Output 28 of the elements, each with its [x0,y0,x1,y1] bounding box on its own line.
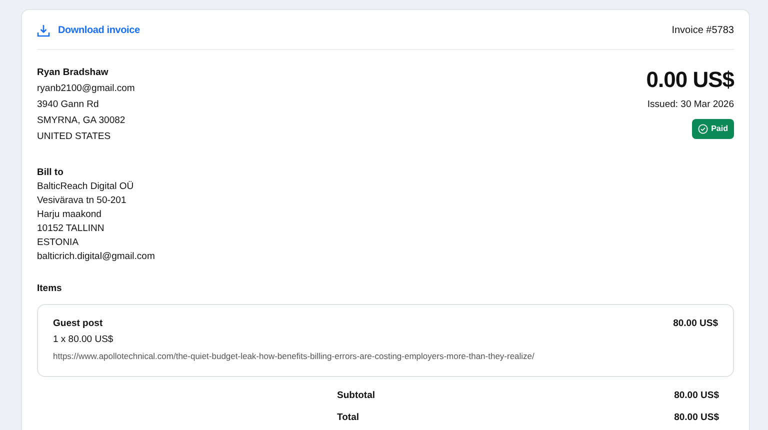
bill-to-line: Vesivärava tn 50-201 [37,195,128,208]
download-invoice-link[interactable]: Download invoice [37,23,140,38]
issued-date: Issued: 30 Mar 2026 [647,98,734,112]
sender-address-line: 3940 Gann Rd [37,99,100,111]
invoice-amount: 0.00 US$ [646,67,734,93]
bill-to-line: Harju maakond [37,209,102,222]
download-icon [37,24,50,37]
bill-to-line: balticrich.digital@gmail.com [37,251,156,264]
invoice-number: Invoice #5783 [672,24,734,38]
bill-to-line: ESTONIA [37,237,80,250]
check-circle-icon [698,124,708,134]
sender-address-line: UNITED STATES [37,131,112,143]
totals-value: 80.00 US$ [674,411,719,426]
sender-address-line: ryanb2100@gmail.com [37,83,135,95]
bill-to-line: 10152 TALLINN [37,223,106,236]
totals-label: Subtotal [337,389,375,403]
totals-value: 80.00 US$ [674,389,719,403]
status-badge: Paid [692,119,734,140]
item-name: Guest post [53,316,103,331]
bill-to-heading: Bill to [37,167,64,180]
item-quantity: 1 x 80.00 US$ [53,333,114,347]
bill-to-line: BalticReach Digital OÜ [37,181,135,194]
item-amount: 80.00 US$ [673,316,718,331]
totals-label: Total [337,411,359,426]
item-description: https://www.apollotechnical.com/the-quiet-budget-leak-how-benefits-billing-errors-are-costing-employers-more-than-they-realize/ [53,350,536,363]
sender-name: Ryan Bradshaw [37,67,110,79]
sender-address-line: SMYRNA, GA 30082 [37,115,126,127]
items-heading: Items [37,282,63,296]
